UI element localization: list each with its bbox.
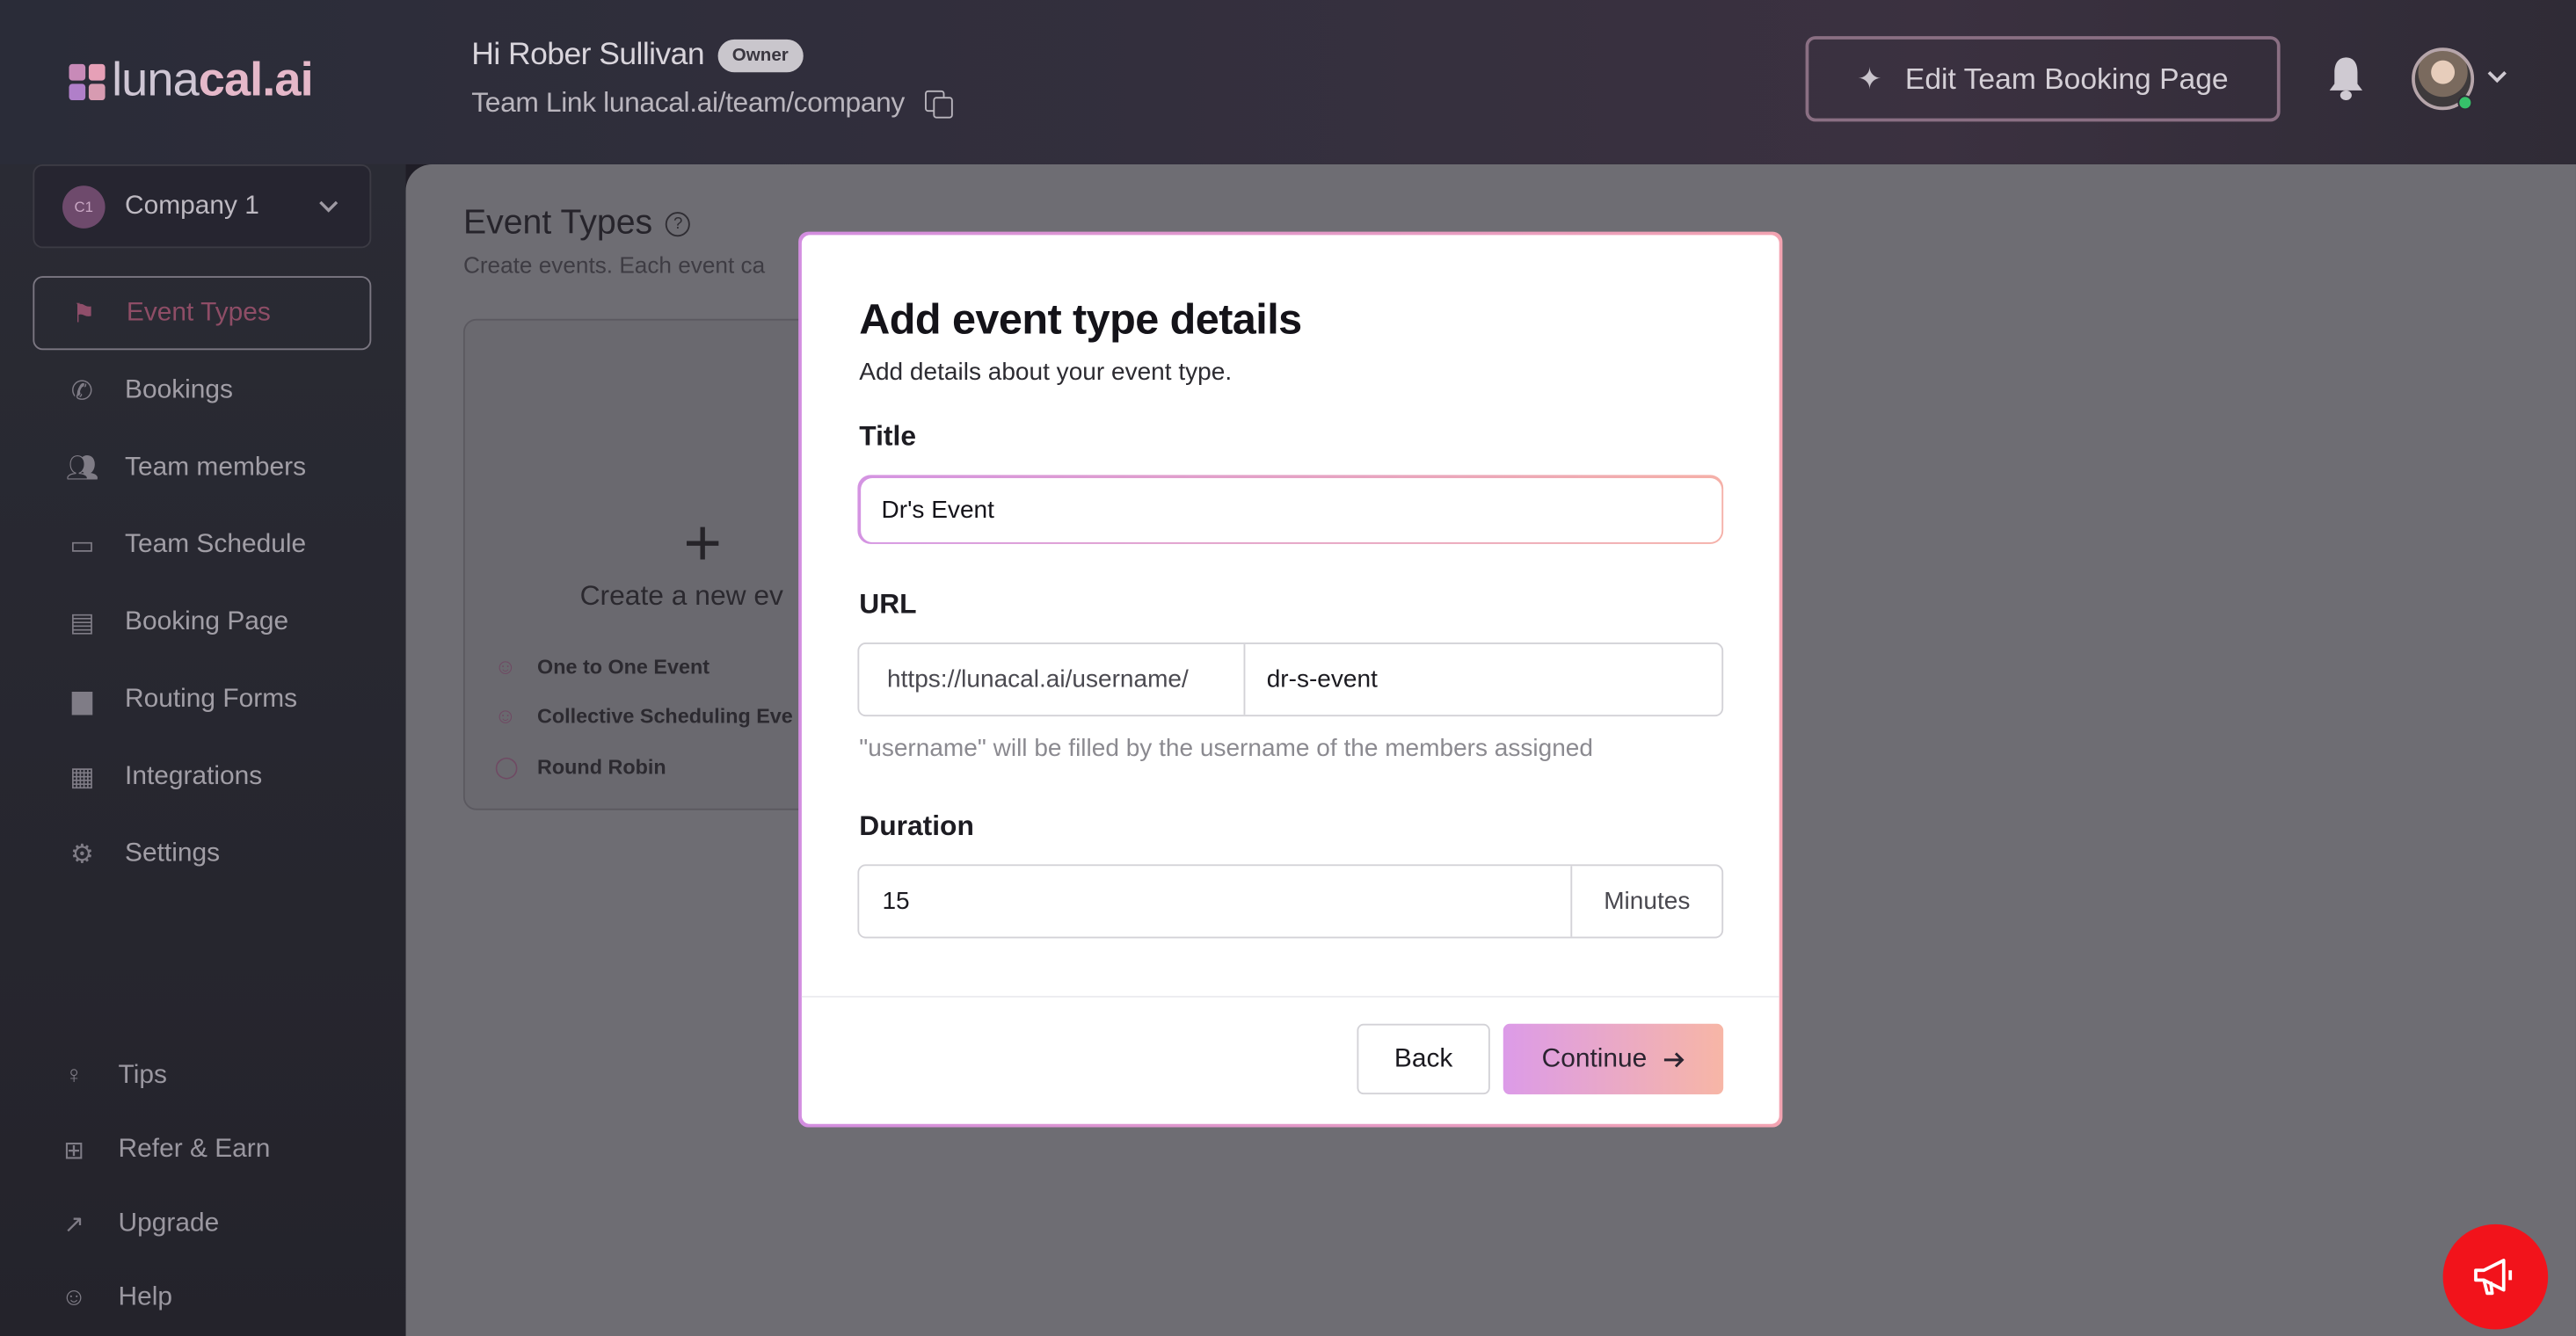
add-event-modal: Add event type details Add details about… [801, 235, 1779, 1124]
users-icon: 👥︎ [65, 454, 99, 483]
sidebar-item-bookings[interactable]: ✆ Bookings [33, 353, 371, 427]
sidebar-item-label: Settings [125, 839, 221, 868]
sidebar-item-label: Booking Page [125, 606, 289, 635]
logo-icon [69, 62, 106, 100]
arrow-right-icon [1663, 1051, 1684, 1067]
option-label: Collective Scheduling Eve [537, 704, 793, 728]
user-help-icon: ☺ [61, 1283, 87, 1311]
sidebar-item-label: Upgrade [118, 1209, 220, 1237]
sidebar-item-routing-forms[interactable]: ▆ Routing Forms [33, 662, 371, 736]
chevron-down-icon[interactable] [2485, 66, 2508, 89]
bell-icon[interactable] [2326, 54, 2366, 104]
url-field: https://lunacal.ai/username/ [857, 643, 1724, 717]
team-link: Team Link lunacal.ai/team/company [471, 87, 953, 120]
option-one-to-one[interactable]: ☺ One to One Event [494, 654, 709, 679]
role-badge: Owner [717, 39, 804, 73]
title-input[interactable] [860, 477, 1721, 542]
megaphone-icon [2474, 1259, 2513, 1296]
announcement-button[interactable] [2442, 1223, 2549, 1330]
greeting-text: Hi Rober Sullivan [471, 38, 705, 73]
title-label: Title [859, 420, 917, 453]
grid-icon: ▦ [69, 763, 95, 792]
lightbulb-icon: ♀ [64, 1061, 84, 1090]
sidebar-item-tips[interactable]: ♀ Tips [59, 1039, 388, 1113]
company-name: Company 1 [125, 191, 259, 220]
app-root: lunacal.ai Hi Rober Sullivan Owner Team … [0, 0, 2576, 1336]
duration-label: Duration [859, 810, 974, 842]
option-collective[interactable]: ☺ Collective Scheduling Eve [494, 703, 792, 728]
sidebar: C1 Company 1 ⚑ Event Types ✆ Bookings 👥︎… [0, 163, 406, 1336]
sidebar-item-label: Routing Forms [125, 684, 298, 713]
modal-subtitle: Add details about your event type. [859, 358, 1233, 387]
sidebar-item-event-types[interactable]: ⚑ Event Types [33, 276, 372, 351]
edit-team-booking-page-label: Edit Team Booking Page [1904, 62, 2229, 95]
company-select[interactable]: C1 Company 1 [33, 163, 372, 249]
option-label: Round Robin [537, 756, 666, 780]
trend-icon: ↗ [63, 1209, 84, 1238]
continue-button[interactable]: Continue [1503, 1023, 1724, 1095]
user-plus-icon: ☺ [494, 654, 517, 679]
chevron-down-icon [319, 200, 338, 212]
option-round-robin[interactable]: ◯ Round Robin [494, 754, 666, 781]
calendar-icon: ▭ [69, 531, 95, 560]
title-field-wrapper [857, 475, 1724, 544]
modal-footer-divider [801, 995, 1779, 998]
users-icon: ☺ [494, 703, 517, 729]
phone-icon: ✆ [70, 377, 93, 405]
back-button[interactable]: Back [1357, 1023, 1490, 1095]
logo-text: lunacal.ai [112, 54, 314, 107]
flag-icon: ⚑ [71, 300, 96, 328]
sidebar-bottom-nav: ♀ Tips ⊞ Refer & Earn ↗ Upgrade ☺ Help [59, 1039, 388, 1335]
magic-wand-icon: ✦ [1857, 62, 1882, 95]
page-title: Event Types ? [462, 203, 691, 243]
company-avatar: C1 [62, 185, 106, 228]
gear-icon: ⚙ [70, 840, 94, 869]
sidebar-item-label: Integrations [125, 761, 263, 790]
online-status-dot [2457, 95, 2473, 111]
sidebar-item-team-schedule[interactable]: ▭ Team Schedule [33, 508, 371, 582]
sidebar-item-label: Team members [125, 453, 307, 481]
sidebar-item-label: Bookings [125, 375, 234, 403]
greeting: Hi Rober Sullivan Owner [471, 38, 804, 74]
url-hint: "username" will be filled by the usernam… [859, 734, 1594, 763]
sidebar-nav: ⚑ Event Types ✆ Bookings 👥︎ Team members… [33, 276, 372, 894]
page-title-text: Event Types [462, 203, 653, 242]
team-link-text: Team Link lunacal.ai/team/company [471, 87, 905, 119]
sidebar-item-label: Refer & Earn [118, 1134, 271, 1163]
url-prefix: https://lunacal.ai/username/ [859, 643, 1246, 715]
duration-unit: Minutes [1570, 866, 1721, 937]
refresh-icon: ◯ [494, 754, 519, 780]
page-subtitle: Create events. Each event ca [462, 251, 766, 278]
option-label: One to One Event [537, 655, 710, 679]
logo[interactable]: lunacal.ai [69, 54, 314, 109]
sidebar-item-label: Help [118, 1282, 173, 1311]
gift-icon: ⊞ [63, 1136, 84, 1165]
file-icon: ▆ [71, 686, 92, 715]
sidebar-item-team-members[interactable]: 👥︎ Team members [33, 431, 371, 505]
top-bar: lunacal.ai Hi Rober Sullivan Owner Team … [0, 0, 2576, 164]
duration-input[interactable] [859, 866, 1571, 937]
layout-icon: ▤ [69, 608, 95, 637]
modal-title: Add event type details [859, 294, 1302, 344]
edit-team-booking-page-button[interactable]: ✦ Edit Team Booking Page [1805, 36, 2281, 122]
sidebar-item-integrations[interactable]: ▦ Integrations [33, 739, 371, 813]
duration-field: Minutes [857, 864, 1724, 939]
sidebar-item-label: Event Types [126, 298, 271, 327]
sidebar-item-booking-page[interactable]: ▤ Booking Page [33, 585, 371, 659]
create-event-label: Create a new ev [579, 579, 783, 612]
plus-icon: + [683, 507, 722, 580]
copy-icon[interactable] [924, 90, 953, 119]
help-icon[interactable]: ? [666, 211, 691, 236]
sidebar-item-settings[interactable]: ⚙ Settings [33, 817, 371, 890]
url-slug-input[interactable] [1245, 643, 1722, 715]
continue-label: Continue [1541, 1044, 1648, 1072]
sidebar-item-refer-earn[interactable]: ⊞ Refer & Earn [59, 1113, 388, 1187]
url-label: URL [859, 588, 917, 620]
sidebar-item-help[interactable]: ☺ Help [59, 1260, 388, 1334]
sidebar-item-label: Team Schedule [125, 529, 307, 558]
sidebar-item-upgrade[interactable]: ↗ Upgrade [59, 1187, 388, 1260]
sidebar-item-label: Tips [118, 1060, 167, 1089]
